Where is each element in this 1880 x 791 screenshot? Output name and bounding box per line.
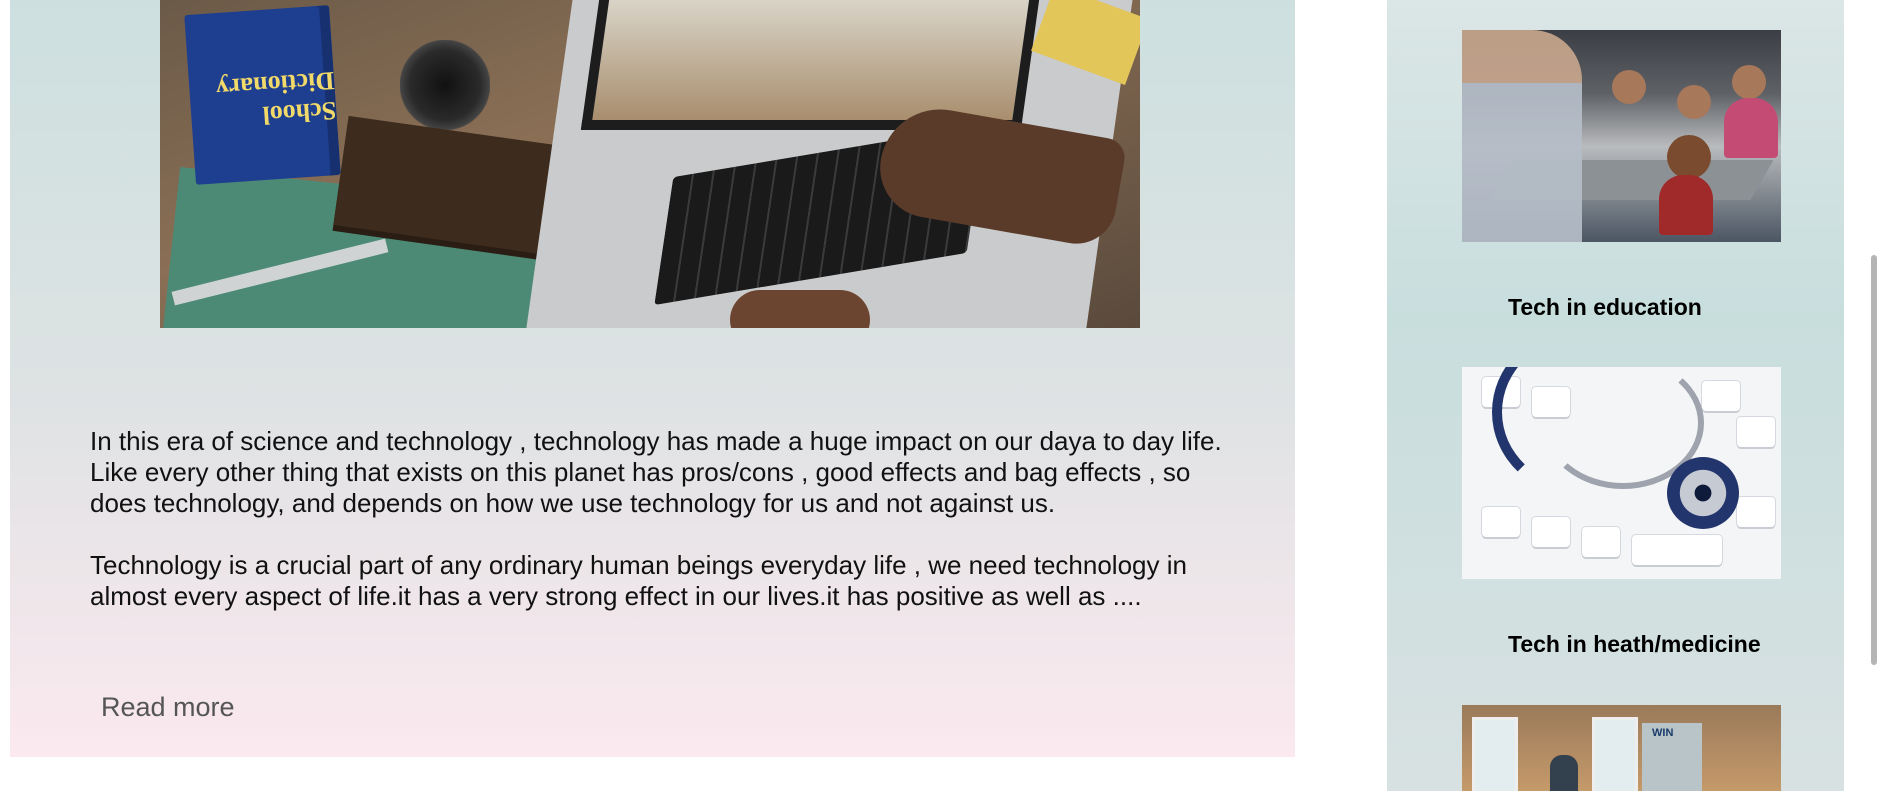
- article-paragraph: Technology is a crucial part of any ordi…: [90, 550, 1187, 611]
- article-hero-image: School Dictionary: [160, 0, 1140, 328]
- card-title[interactable]: Tech in education: [1508, 294, 1702, 321]
- card-image-education[interactable]: [1462, 30, 1781, 242]
- read-more-link[interactable]: Read more: [101, 692, 235, 723]
- article-card: School Dictionary In this era of science…: [10, 0, 1295, 757]
- article-paragraph: In this era of science and technology , …: [90, 426, 1222, 518]
- card-image-health[interactable]: [1462, 367, 1781, 579]
- scrollbar[interactable]: [1862, 0, 1880, 791]
- card-image-office[interactable]: WIN: [1462, 705, 1781, 791]
- stethoscope: [1667, 457, 1739, 529]
- dictionary-book: School Dictionary: [184, 5, 341, 185]
- sidebar: Tech in education Tech in heath/medicine…: [1387, 0, 1844, 791]
- scrollbar-thumb[interactable]: [1871, 255, 1877, 665]
- card-title[interactable]: Tech in heath/medicine: [1508, 631, 1761, 658]
- article-body: In this era of science and technology , …: [90, 426, 1240, 643]
